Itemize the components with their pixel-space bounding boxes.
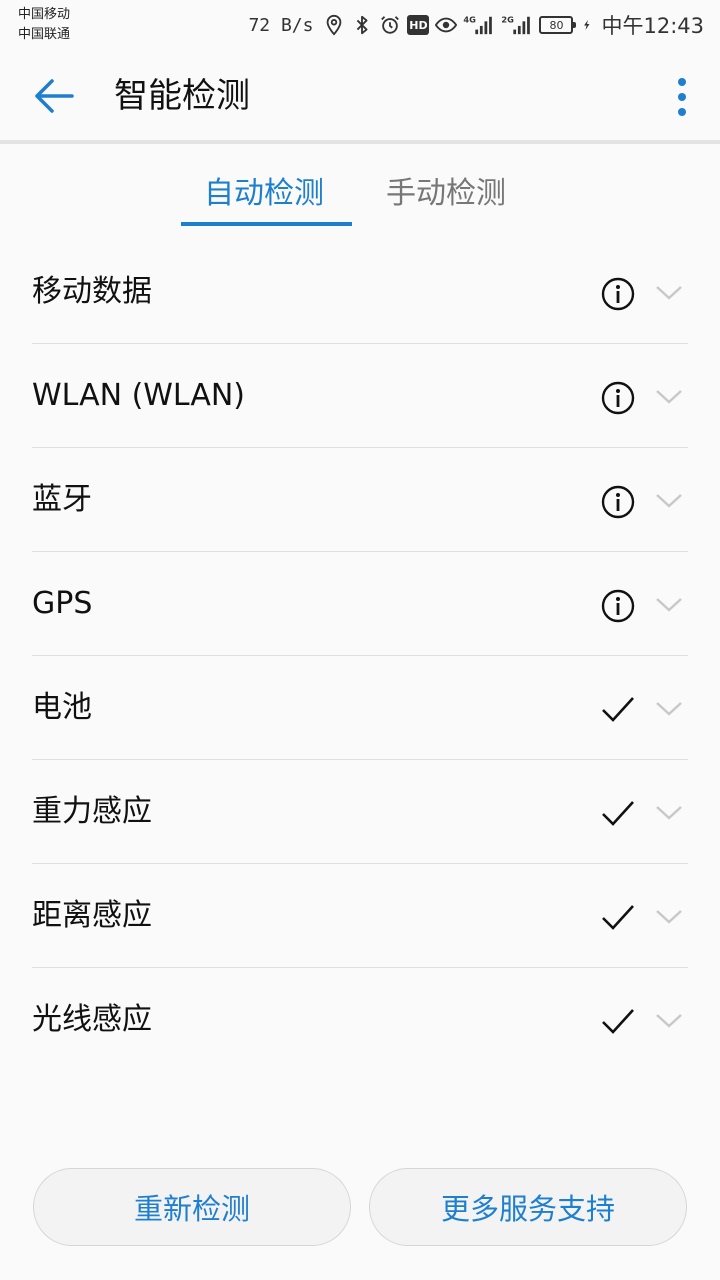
battery-icon: 80: [539, 16, 577, 34]
list-item-label: 距离感应: [32, 898, 152, 933]
location-icon: [327, 14, 342, 36]
chevron-down-icon[interactable]: [654, 280, 684, 304]
chevron-down-icon[interactable]: [654, 1008, 684, 1032]
info-icon[interactable]: [600, 588, 636, 624]
list-item-wlan[interactable]: WLAN (WLAN): [32, 344, 688, 448]
tab-indicator: [181, 222, 352, 226]
signal-2g-label: 2G: [502, 14, 515, 24]
header-divider: [0, 140, 720, 144]
tab-manual-detect[interactable]: 手动检测: [386, 172, 506, 216]
list-item-label: 重力感应: [32, 794, 152, 829]
back-button[interactable]: [24, 70, 84, 122]
recheck-button[interactable]: 重新检测: [33, 1168, 351, 1246]
list-item-battery[interactable]: 电池: [32, 656, 688, 760]
list-item-bluetooth[interactable]: 蓝牙: [32, 448, 688, 552]
arrow-left-icon: [35, 79, 74, 113]
status-bar: 中国移动 中国联通 72 B/s HD 4G 2G 80 中午12:43: [0, 0, 720, 50]
list-item-label: 蓝牙: [32, 482, 92, 517]
chevron-down-icon[interactable]: [654, 696, 684, 720]
chevron-down-icon[interactable]: [654, 488, 684, 512]
chevron-down-icon[interactable]: [654, 800, 684, 824]
list-item-label: 移动数据: [32, 274, 152, 309]
signal-2g-icon: 2G: [502, 14, 531, 35]
more-vertical-icon: [678, 78, 686, 116]
chevron-down-icon[interactable]: [654, 384, 684, 408]
carrier-2: 中国联通: [18, 27, 71, 42]
checkmark-icon: [602, 801, 634, 826]
hd-icon: HD: [407, 15, 430, 35]
signal-4g-icon: 4G: [464, 14, 493, 35]
list-item-gps[interactable]: GPS: [32, 552, 688, 656]
list-item-gravity-sensor[interactable]: 重力感应: [32, 760, 688, 864]
charging-icon: [584, 20, 590, 30]
list-item-light-sensor[interactable]: 光线感应: [32, 968, 688, 1072]
status-icons: 72 B/s HD 4G 2G 80 中午12:43: [248, 10, 704, 40]
chevron-down-icon[interactable]: [654, 592, 684, 616]
net-speed: 72 B/s: [248, 14, 314, 36]
checkmark-icon: [602, 905, 634, 930]
list-item-label: WLAN (WLAN): [32, 378, 246, 413]
list-item-mobile-data[interactable]: 移动数据: [32, 240, 688, 344]
more-options-button[interactable]: [662, 72, 702, 122]
carrier-1: 中国移动: [18, 7, 71, 22]
list-item-proximity-sensor[interactable]: 距离感应: [32, 864, 688, 968]
app-header: 智能检测: [0, 50, 720, 140]
page-title: 智能检测: [114, 76, 250, 116]
info-icon[interactable]: [600, 276, 636, 312]
chevron-down-icon[interactable]: [654, 904, 684, 928]
signal-4g-label: 4G: [464, 14, 477, 24]
list-item-label: 光线感应: [32, 1002, 152, 1037]
bluetooth-icon: [357, 15, 368, 35]
eye-comfort-icon: [435, 17, 458, 33]
carrier-info: 中国移动 中国联通: [18, 5, 70, 45]
info-icon[interactable]: [600, 484, 636, 520]
clock: 中午12:43: [601, 14, 704, 38]
list-item-label: 电池: [32, 690, 92, 725]
checkmark-icon: [602, 697, 634, 722]
tab-bar: 自动检测 手动检测: [0, 160, 720, 230]
more-support-button[interactable]: 更多服务支持: [369, 1168, 687, 1246]
tab-auto-detect[interactable]: 自动检测: [204, 172, 324, 216]
detection-list: 移动数据 WLAN (WLAN) 蓝牙 GPS 电池 重力感应 距离感应 光线感…: [32, 240, 688, 1072]
info-icon[interactable]: [600, 380, 636, 416]
alarm-icon: [381, 16, 400, 34]
checkmark-icon: [602, 1009, 634, 1034]
list-item-label: GPS: [32, 586, 93, 621]
